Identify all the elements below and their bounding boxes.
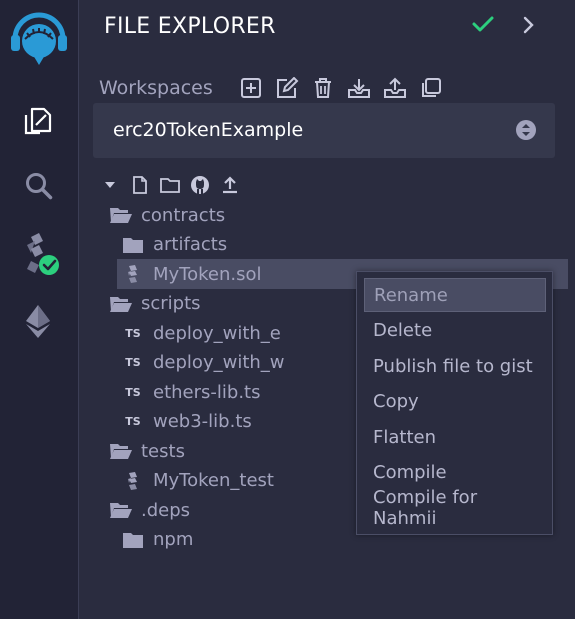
upload-file-icon[interactable]: [219, 174, 241, 196]
context-menu-item[interactable]: Flatten: [364, 420, 546, 454]
search-icon[interactable]: [0, 166, 78, 206]
icon-bar: [0, 0, 79, 619]
tree-item-label: MyToken.sol: [153, 263, 262, 285]
ts-badge: TS: [125, 356, 141, 369]
clone-workspace-icon[interactable]: [418, 76, 444, 100]
tree-item[interactable]: artifacts: [121, 230, 227, 260]
tree-item-label: npm: [153, 529, 194, 550]
tree-item[interactable]: scripts: [109, 289, 201, 319]
tree-item-label: deploy_with_w: [153, 352, 285, 373]
solidity-file-icon: [121, 264, 145, 284]
file-explorer-icon[interactable]: [0, 98, 78, 142]
github-icon[interactable]: [189, 174, 211, 196]
tree-item-label: deploy_with_e: [153, 322, 281, 344]
context-menu-item[interactable]: Delete: [364, 314, 546, 348]
sort-arrows-icon: [515, 119, 537, 145]
tree-item[interactable]: TS web3-lib.ts: [121, 407, 252, 437]
chevron-right-icon[interactable]: [520, 14, 538, 40]
tree-item[interactable]: npm: [121, 525, 193, 555]
ts-file-icon: TS: [121, 386, 145, 399]
file-tree-toolbar: [99, 174, 241, 196]
ts-badge: TS: [125, 385, 141, 399]
tree-item-label: scripts: [141, 293, 201, 314]
delete-workspace-icon[interactable]: [310, 76, 336, 100]
folder-icon: [121, 531, 145, 549]
file-explorer-panel: FILE EXPLORER Workspaces erc20TokenExamp…: [79, 0, 575, 619]
tree-item[interactable]: TS ethers-lib.ts: [121, 377, 260, 407]
context-menu-item[interactable]: Compile for Nahmii: [364, 487, 546, 529]
context-menu: Rename Delete Publish file to gist Copy Flat…: [356, 271, 553, 535]
deploy-run-icon[interactable]: [0, 300, 78, 342]
rename-workspace-icon[interactable]: [274, 76, 300, 100]
download-workspace-icon[interactable]: [346, 76, 372, 100]
tree-item[interactable]: .deps: [109, 495, 190, 525]
context-menu-item[interactable]: Publish file to gist: [364, 349, 546, 383]
tree-item-label: tests: [141, 440, 185, 462]
tree-item[interactable]: contracts: [109, 200, 225, 230]
folder-open-icon: [109, 295, 133, 313]
create-workspace-icon[interactable]: [238, 76, 264, 100]
tree-item[interactable]: MyToken_test: [121, 466, 274, 496]
tree-item[interactable]: TS deploy_with_w: [121, 348, 285, 378]
folder-open-icon: [109, 501, 133, 519]
check-icon: [471, 12, 495, 40]
folder-icon: [121, 236, 145, 254]
tree-item-label: MyToken_test: [153, 470, 274, 491]
upload-workspace-icon[interactable]: [382, 76, 408, 100]
remix-logo-icon[interactable]: [0, 8, 78, 70]
context-menu-item[interactable]: Rename: [364, 278, 546, 312]
tree-item-label: contracts: [141, 204, 226, 226]
tree-item[interactable]: tests: [109, 436, 185, 466]
tree-item-label: ethers-lib.ts: [153, 381, 261, 403]
tree-item-label: web3-lib.ts: [153, 411, 252, 432]
tree-item-label: artifacts: [153, 234, 228, 255]
caret-down-icon[interactable]: [99, 174, 121, 196]
ts-file-icon: TS: [121, 327, 145, 340]
tree-item[interactable]: TS deploy_with_e: [121, 318, 281, 348]
new-file-icon[interactable]: [129, 174, 151, 196]
context-menu-item[interactable]: Compile: [364, 456, 546, 490]
folder-open-icon: [109, 442, 133, 460]
workspaces-label: Workspaces: [99, 77, 213, 99]
ts-file-icon: TS: [121, 356, 145, 369]
panel-title: FILE EXPLORER: [104, 14, 276, 39]
ts-badge: TS: [125, 415, 141, 428]
context-menu-item[interactable]: Copy: [364, 385, 546, 419]
folder-open-icon: [109, 206, 133, 224]
workspace-select-value: erc20TokenExample: [113, 119, 304, 141]
solidity-file-icon: [121, 471, 145, 491]
ts-badge: TS: [125, 326, 141, 340]
workspace-toolbar: [238, 76, 444, 100]
ts-file-icon: TS: [121, 415, 145, 428]
tree-item-label: .deps: [141, 499, 191, 521]
solidity-compiler-icon[interactable]: [0, 230, 78, 280]
workspace-select[interactable]: erc20TokenExample: [93, 103, 555, 158]
new-folder-icon[interactable]: [159, 174, 181, 196]
